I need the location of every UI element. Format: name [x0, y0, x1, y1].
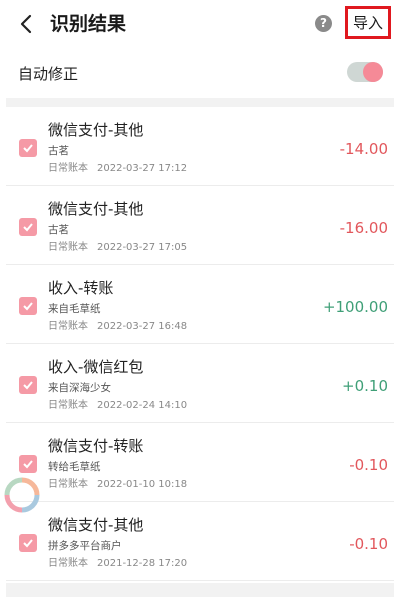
record-book: 日常账本	[48, 242, 88, 253]
section-divider	[6, 98, 394, 107]
record-amount: -0.10	[349, 456, 388, 474]
record-title: 收入-转账	[48, 279, 114, 297]
records-list: 微信支付-其他 古茗 日常账本 2022-03-27 17:12 -14.00 微…	[6, 107, 394, 581]
list-item[interactable]: 收入-微信红包 来自深海少女 日常账本 2022-02-24 14:10 +0.1…	[6, 344, 394, 423]
list-item[interactable]: 微信支付-其他 拼多多平台商户 日常账本 2021-12-28 17:20 -0.…	[6, 502, 394, 581]
record-book: 日常账本	[48, 558, 88, 569]
page-title: 识别结果	[50, 13, 127, 35]
record-checkbox[interactable]	[19, 376, 37, 394]
record-title: 收入-微信红包	[48, 358, 144, 376]
record-checkbox[interactable]	[19, 139, 37, 157]
check-icon	[23, 539, 33, 548]
record-counterparty: 来自毛草纸	[48, 303, 101, 315]
check-icon	[23, 302, 33, 311]
record-checkbox[interactable]	[19, 218, 37, 236]
auto-correct-toggle[interactable]	[347, 62, 383, 82]
record-datetime: 2021-12-28 17:20	[97, 558, 188, 569]
record-title: 微信支付-其他	[48, 121, 144, 139]
record-meta: 日常账本 2022-03-27 17:05	[48, 241, 187, 255]
record-title: 微信支付-转账	[48, 437, 144, 455]
auto-correct-label: 自动修正	[18, 65, 79, 83]
record-meta: 日常账本 2022-02-24 14:10	[48, 399, 187, 413]
record-amount: +100.00	[322, 298, 388, 316]
record-checkbox[interactable]	[19, 534, 37, 552]
auto-correct-row: 自动修正	[0, 50, 400, 96]
check-icon	[23, 144, 33, 153]
record-amount: -16.00	[339, 219, 388, 237]
record-checkbox[interactable]	[19, 297, 37, 315]
record-title: 微信支付-其他	[48, 200, 144, 218]
check-icon	[23, 223, 33, 232]
question-circle-icon[interactable]: ?	[315, 15, 332, 32]
list-item[interactable]: 收入-转账 来自毛草纸 日常账本 2022-03-27 16:48 +100.00	[6, 265, 394, 344]
record-book: 日常账本	[48, 479, 88, 490]
bottom-divider	[6, 583, 394, 597]
record-amount: -14.00	[339, 140, 388, 158]
record-meta: 日常账本 2022-01-10 10:18	[48, 478, 187, 492]
record-counterparty: 拼多多平台商户	[48, 540, 122, 552]
record-book: 日常账本	[48, 163, 88, 174]
list-item[interactable]: 微信支付-转账 转给毛草纸 日常账本 2022-01-10 10:18 -0.10	[6, 423, 394, 502]
record-datetime: 2022-01-10 10:18	[97, 479, 188, 490]
floating-assistant-icon[interactable]	[4, 477, 40, 513]
record-title: 微信支付-其他	[48, 516, 144, 534]
record-datetime: 2022-02-24 14:10	[97, 400, 188, 411]
record-counterparty: 来自深海少女	[48, 382, 111, 394]
record-counterparty: 古茗	[48, 145, 69, 157]
record-amount: -0.10	[349, 535, 388, 553]
check-icon	[23, 381, 33, 390]
record-book: 日常账本	[48, 321, 88, 332]
record-meta: 日常账本 2022-03-27 16:48	[48, 320, 187, 334]
list-item[interactable]: 微信支付-其他 古茗 日常账本 2022-03-27 17:05 -16.00	[6, 186, 394, 265]
back-button[interactable]	[12, 10, 40, 38]
record-datetime: 2022-03-27 17:12	[97, 163, 188, 174]
top-bar: 识别结果 ? 导入	[0, 0, 400, 48]
record-datetime: 2022-03-27 17:05	[97, 242, 188, 253]
record-counterparty: 古茗	[48, 224, 69, 236]
record-book: 日常账本	[48, 400, 88, 411]
toggle-knob	[363, 62, 383, 82]
record-checkbox[interactable]	[19, 455, 37, 473]
import-button[interactable]: 导入	[345, 6, 391, 39]
check-icon	[23, 460, 33, 469]
record-meta: 日常账本 2021-12-28 17:20	[48, 557, 187, 571]
record-amount: +0.10	[342, 377, 388, 395]
list-item[interactable]: 微信支付-其他 古茗 日常账本 2022-03-27 17:12 -14.00	[6, 107, 394, 186]
chevron-left-icon	[20, 14, 32, 34]
record-datetime: 2022-03-27 16:48	[97, 321, 188, 332]
record-counterparty: 转给毛草纸	[48, 461, 101, 473]
record-meta: 日常账本 2022-03-27 17:12	[48, 162, 187, 176]
